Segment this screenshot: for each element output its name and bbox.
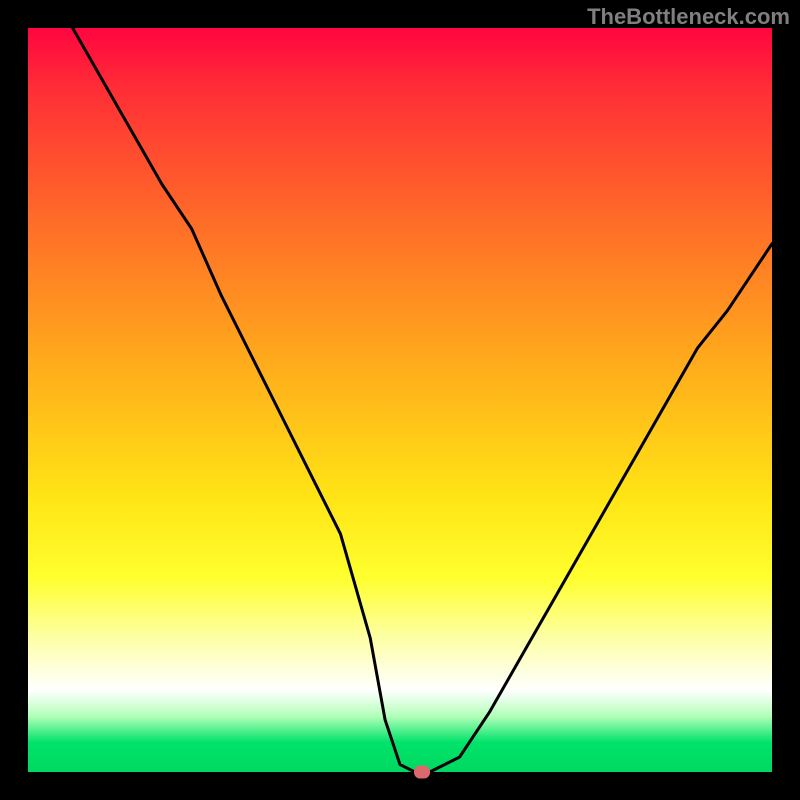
watermark-text: TheBottleneck.com	[587, 4, 790, 30]
chart-frame: TheBottleneck.com	[0, 0, 800, 800]
bottleneck-curve	[28, 28, 772, 772]
optimal-point-marker	[414, 766, 430, 779]
plot-area	[28, 28, 772, 772]
